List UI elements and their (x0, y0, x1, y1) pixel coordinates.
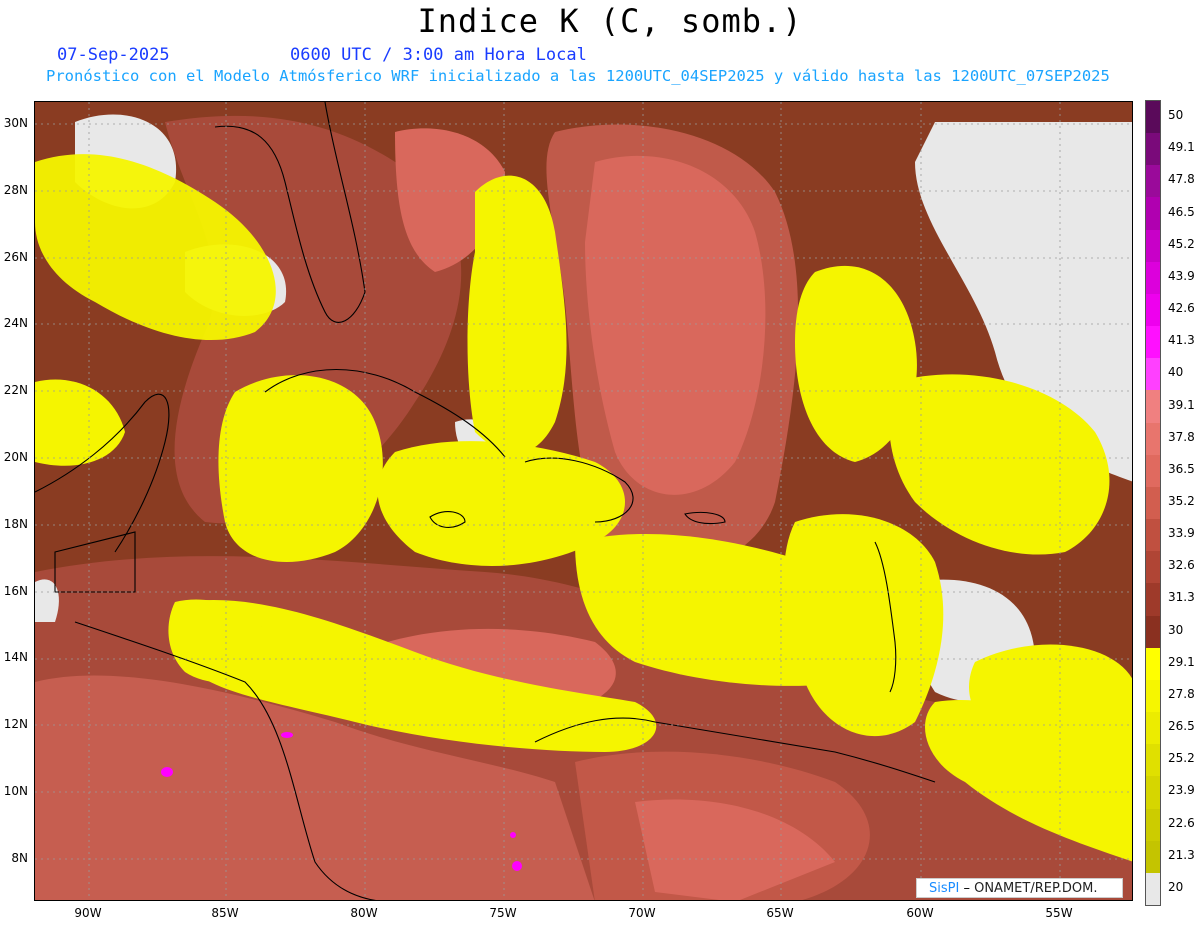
lon-label-60w: 60W (906, 906, 934, 920)
forecast-description: Pronóstico con el Modelo Atmósferico WRF… (46, 67, 1110, 85)
k-index-peak-1 (161, 767, 173, 777)
colorbar-label: 33.9 (1168, 526, 1195, 541)
lon-label-75w: 75W (489, 906, 517, 920)
forecast-date: 07-Sep-2025 (57, 45, 170, 65)
colorbar-segment (1146, 712, 1160, 745)
colorbar-segment (1146, 165, 1160, 198)
credit-separator: – (963, 881, 975, 896)
lat-label-18n: 18N (3, 517, 28, 531)
colorbar-label: 27.8 (1168, 686, 1195, 701)
map-title: Indice K (C, somb.) (417, 2, 803, 40)
lat-label-22n: 22N (3, 383, 28, 397)
colorbar-label: 32.6 (1168, 558, 1195, 573)
map-canvas (35, 102, 1132, 900)
lat-label-28n: 28N (3, 183, 28, 197)
lon-label-70w: 70W (628, 906, 656, 920)
lat-label-8n: 8N (11, 851, 28, 865)
colorbar-label: 23.9 (1168, 783, 1195, 798)
lon-label-65w: 65W (766, 906, 794, 920)
colorbar-segment (1146, 647, 1160, 681)
colorbar-label: 46.5 (1168, 204, 1195, 219)
lat-label-14n: 14N (3, 650, 28, 664)
credit-org: ONAMET/REP.DOM. (974, 881, 1098, 896)
colorbar-segment (1146, 358, 1160, 391)
colorbar-segment (1146, 519, 1160, 552)
colorbar-label: 41.3 (1168, 333, 1195, 348)
colorbar-segment (1146, 133, 1160, 166)
forecast-time: 0600 UTC / 3:00 am Hora Local (290, 45, 587, 65)
credit-box: SisPI – ONAMET/REP.DOM. (916, 878, 1123, 898)
colorbar-label: 35.2 (1168, 494, 1195, 508)
lat-label-30n: 30N (3, 116, 28, 130)
colorbar-segment (1146, 615, 1160, 649)
sispi-logo: SisPI (929, 881, 960, 896)
k-index-peak-2 (281, 732, 293, 738)
colorbar-label: 26.5 (1168, 719, 1195, 734)
lat-label-12n: 12N (3, 717, 28, 731)
lon-label-55w: 55W (1045, 906, 1073, 920)
colorbar-segment (1146, 872, 1160, 906)
colorbar-segment (1146, 326, 1160, 359)
colorbar-label: 43.9 (1168, 268, 1195, 283)
colorbar-segment (1146, 422, 1160, 456)
lat-label-20n: 20N (3, 450, 28, 464)
colorbar-label: 50 (1168, 108, 1184, 123)
colorbar-label: 45.2 (1168, 236, 1195, 251)
colorbar-label: 20 (1168, 879, 1184, 894)
colorbar-label: 49.1 (1168, 140, 1195, 155)
colorbar-segment (1146, 679, 1160, 713)
colorbar-label: 21.3 (1168, 847, 1195, 862)
colorbar-label: 37.8 (1168, 429, 1195, 444)
colorbar-label: 31.3 (1168, 590, 1195, 605)
colorbar-segment (1146, 551, 1160, 584)
colorbar-segment (1146, 390, 1160, 424)
lat-label-16n: 16N (3, 584, 28, 598)
lon-label-90w: 90W (74, 906, 102, 920)
colorbar-label: 47.8 (1168, 172, 1195, 187)
lat-label-10n: 10N (3, 784, 28, 798)
lat-label-24n: 24N (3, 316, 28, 330)
colorbar (1145, 100, 1161, 906)
colorbar-segment (1146, 454, 1160, 488)
lon-label-85w: 85W (211, 906, 239, 920)
k-index-peak-3 (512, 861, 522, 871)
colorbar-segment (1146, 229, 1160, 263)
colorbar-segment (1146, 583, 1160, 617)
colorbar-label: 29.1 (1168, 654, 1195, 669)
colorbar-segment (1146, 101, 1160, 134)
colorbar-label: 25.2 (1168, 751, 1195, 766)
colorbar-segment (1146, 776, 1160, 810)
colorbar-segment (1146, 486, 1160, 520)
colorbar-label: 42.6 (1168, 301, 1195, 316)
colorbar-label: 30 (1168, 622, 1184, 637)
colorbar-label: 36.5 (1168, 461, 1195, 476)
lat-label-26n: 26N (3, 250, 28, 264)
colorbar-segment (1146, 261, 1160, 295)
colorbar-segment (1146, 840, 1160, 874)
colorbar-label: 22.6 (1168, 815, 1195, 830)
colorbar-segment (1146, 808, 1160, 842)
colorbar-label: 40 (1168, 365, 1184, 380)
colorbar-label: 39.1 (1168, 397, 1195, 412)
lon-label-80w: 80W (350, 906, 378, 920)
map-panel (34, 101, 1133, 901)
colorbar-segment (1146, 293, 1160, 327)
colorbar-segment (1146, 744, 1160, 777)
colorbar-segment (1146, 197, 1160, 231)
k-index-peak-4 (510, 832, 516, 838)
